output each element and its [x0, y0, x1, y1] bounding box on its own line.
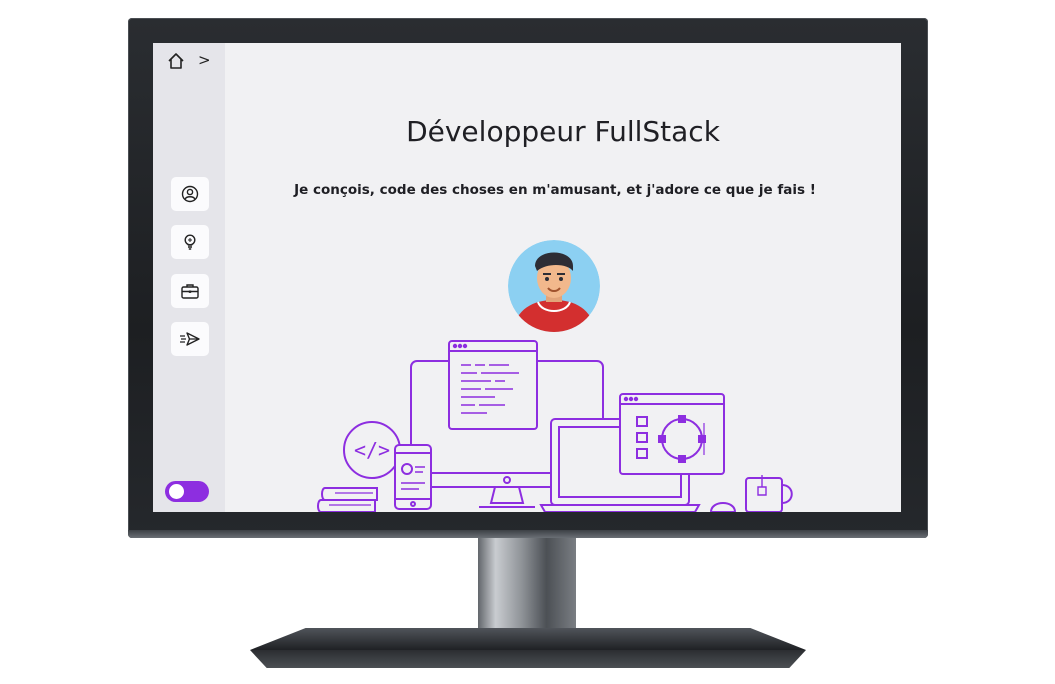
- code-bubble-icon: </>: [343, 421, 401, 479]
- sidebar-item-projects[interactable]: [171, 274, 209, 308]
- breadcrumb-chevron: >: [198, 51, 211, 69]
- mug-icon: [745, 475, 793, 512]
- mouse-icon: [709, 502, 737, 512]
- home-icon[interactable]: [167, 52, 185, 70]
- monitor-stand-base: [250, 628, 806, 650]
- avatar: [508, 240, 600, 332]
- design-window-icon: [619, 393, 725, 475]
- sidebar: >: [153, 43, 225, 512]
- books-icon: [317, 487, 378, 512]
- code-symbol: </>: [354, 438, 390, 462]
- theme-toggle[interactable]: [165, 481, 209, 502]
- page-subtitle: Je conçois, code des choses en m'amusant…: [294, 182, 816, 198]
- sidebar-item-contact[interactable]: [171, 322, 209, 356]
- user-circle-icon: [181, 185, 199, 203]
- smartphone-icon: [394, 444, 432, 510]
- sidebar-item-profile[interactable]: [171, 177, 209, 211]
- bezel-highlight: [128, 530, 928, 538]
- send-icon: [180, 332, 200, 346]
- monitor-stand-base-edge: [250, 650, 806, 668]
- page-title: Développeur FullStack: [406, 115, 720, 148]
- lightbulb-icon: [184, 234, 196, 250]
- toggle-knob: [169, 484, 184, 499]
- developer-workspace-illustration: </>: [317, 340, 793, 512]
- code-window-icon: [448, 340, 538, 430]
- briefcase-icon: [181, 284, 199, 299]
- monitor-screen: > Développeur FullStack Je conçois, code…: [153, 43, 901, 512]
- sidebar-item-skills[interactable]: [171, 225, 209, 259]
